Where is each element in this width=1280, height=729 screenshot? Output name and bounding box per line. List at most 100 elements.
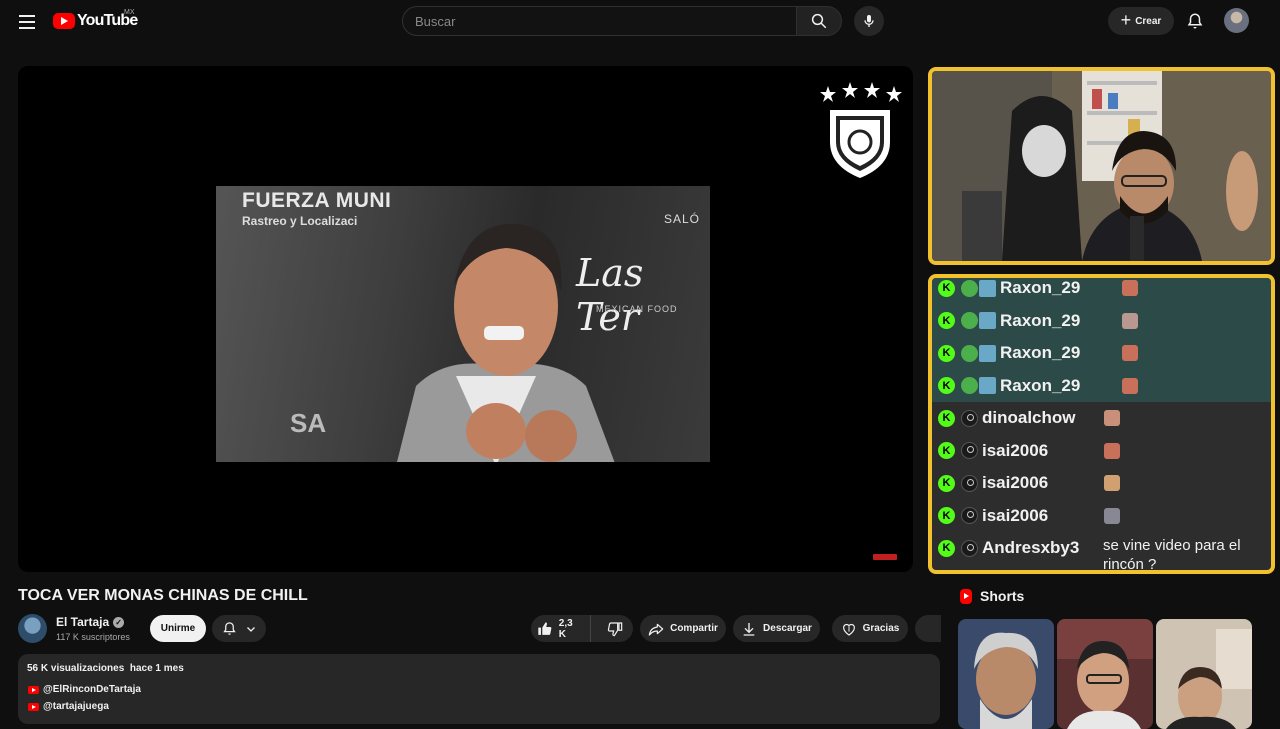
channel-name-link[interactable]: El Tartaja ✓	[56, 615, 125, 629]
kick-badge-icon: K	[938, 279, 955, 297]
dislike-button[interactable]	[597, 615, 633, 642]
chat-message: K Raxon_29	[932, 278, 1271, 305]
chat-username: isai2006	[982, 440, 1049, 460]
video-player[interactable]: FUERZA MUNI Rastreo y Localizaci SALÓ La…	[18, 66, 913, 572]
channel-name: El Tartaja	[56, 615, 110, 629]
kick-badge-icon: K	[938, 507, 955, 525]
kick-badge-icon: K	[938, 344, 955, 362]
chat-emote-icon	[1104, 442, 1120, 459]
share-icon	[648, 623, 664, 636]
kick-badge-icon: K	[938, 474, 955, 492]
thanks-button[interactable]: Gracias	[832, 615, 908, 642]
chat-emote-icon	[1104, 507, 1120, 524]
search-box	[402, 6, 796, 36]
channel-mention-link[interactable]: @tartajajuega	[28, 701, 109, 712]
subscriber-badge-icon	[979, 344, 996, 362]
verified-icon: ✓	[113, 616, 125, 628]
chat-username: Raxon_29	[1000, 310, 1081, 330]
user-avatar-icon	[961, 474, 978, 492]
upload-age: hace 1 mes	[129, 663, 184, 674]
view-count: 56 K visualizaciones	[27, 663, 125, 674]
more-actions-button[interactable]	[915, 615, 941, 642]
channel-emblem-logo	[820, 82, 902, 178]
bell-icon	[1187, 13, 1203, 29]
like-count: 2,3 K	[558, 617, 573, 640]
download-button[interactable]: Descargar	[733, 615, 820, 642]
chat-username: dinoalchow	[982, 408, 1076, 428]
share-label: Compartir	[670, 623, 718, 634]
create-button[interactable]: + Crear	[1108, 7, 1174, 35]
mention-text: @tartajajuega	[43, 701, 109, 712]
youtube-play-icon	[53, 13, 75, 29]
video-frame-content: FUERZA MUNI Rastreo y Localizaci SALÓ La…	[216, 186, 710, 462]
notifications-button[interactable]	[1184, 10, 1206, 32]
chat-message: Kisai2006	[932, 435, 1271, 468]
subscriber-badge-icon	[979, 279, 996, 297]
chat-username: Andresxby3	[982, 538, 1080, 558]
search-button[interactable]	[796, 6, 842, 36]
kick-badge-icon: K	[938, 442, 955, 460]
thumbs-up-icon	[538, 621, 552, 635]
thumbs-down-icon	[608, 621, 623, 636]
share-button[interactable]: Compartir	[640, 615, 726, 642]
search-icon	[811, 13, 827, 29]
account-avatar[interactable]	[1224, 8, 1249, 33]
download-label: Descargar	[763, 623, 812, 634]
user-avatar-icon	[961, 279, 978, 297]
kick-badge-icon: K	[938, 377, 955, 395]
menu-icon[interactable]	[16, 10, 38, 32]
kick-badge-icon: K	[938, 312, 955, 330]
search-input[interactable]	[403, 7, 796, 35]
chat-username: Raxon_29	[1000, 375, 1081, 395]
subscription-notifications-button[interactable]	[212, 615, 266, 642]
subscriber-badge-icon	[979, 377, 996, 395]
channel-avatar[interactable]	[18, 614, 47, 643]
chat-message: K Raxon_29	[932, 304, 1271, 337]
user-avatar-icon	[961, 377, 978, 395]
create-label: Crear	[1135, 15, 1162, 27]
user-avatar-icon	[961, 409, 978, 427]
frame-text-brand: FUERZA MUNI	[242, 189, 392, 212]
chat-emote-icon	[1104, 475, 1120, 492]
join-button[interactable]: Unirme	[150, 615, 206, 642]
short-thumbnail[interactable]	[958, 619, 1054, 729]
shorts-icon	[960, 588, 972, 604]
voice-search-button[interactable]	[854, 6, 884, 36]
like-button[interactable]: 2,3 K	[531, 615, 592, 642]
chat-username: isai2006	[982, 505, 1049, 525]
youtube-logo[interactable]: YouTube MX	[53, 9, 138, 31]
chat-emote-icon	[1122, 377, 1138, 394]
webcam-scene	[932, 71, 1271, 261]
chat-emote-icon	[1122, 345, 1138, 362]
shorts-header: Shorts	[960, 588, 1024, 604]
mention-text: @ElRinconDeTartaja	[43, 684, 141, 695]
chat-message: K Raxon_29	[932, 337, 1271, 370]
top-bar: YouTube MX + Crear	[0, 0, 1280, 42]
kick-badge-icon: K	[938, 539, 955, 557]
chat-message-text: se vine video para el rincón ?	[1103, 537, 1241, 573]
chat-message: Kisai2006	[932, 467, 1271, 500]
thanks-label: Gracias	[862, 623, 900, 634]
user-avatar-icon	[961, 442, 978, 460]
short-thumbnail[interactable]	[1156, 619, 1252, 729]
youtube-icon	[28, 702, 39, 711]
chat-username: Raxon_29	[1000, 343, 1081, 363]
short-thumbnail[interactable]	[1057, 619, 1153, 729]
chat-message: Kisai2006	[932, 500, 1271, 533]
chat-message: K Andresxby3 se vine video para el rincón …	[932, 532, 1271, 570]
heart-dollar-icon	[842, 623, 855, 636]
chevron-down-icon	[246, 626, 255, 632]
chat-message: K Raxon_29	[932, 369, 1271, 402]
subscriber-count: 117 K suscriptores	[56, 632, 130, 642]
subscribe-watermark[interactable]	[873, 554, 897, 560]
frame-text-corner: SA	[290, 408, 327, 438]
bell-icon	[222, 622, 236, 635]
microphone-icon	[864, 15, 874, 27]
chat-username: isai2006	[982, 473, 1049, 493]
channel-mention-link[interactable]: @ElRinconDeTartaja	[28, 684, 141, 695]
user-avatar-icon	[961, 539, 978, 557]
like-dislike-group: 2,3 K	[531, 615, 633, 642]
description-box[interactable]: 56 K visualizaciones hace 1 mes @ElRinco…	[18, 654, 940, 724]
person-figure	[397, 223, 615, 462]
youtube-icon	[28, 685, 39, 694]
